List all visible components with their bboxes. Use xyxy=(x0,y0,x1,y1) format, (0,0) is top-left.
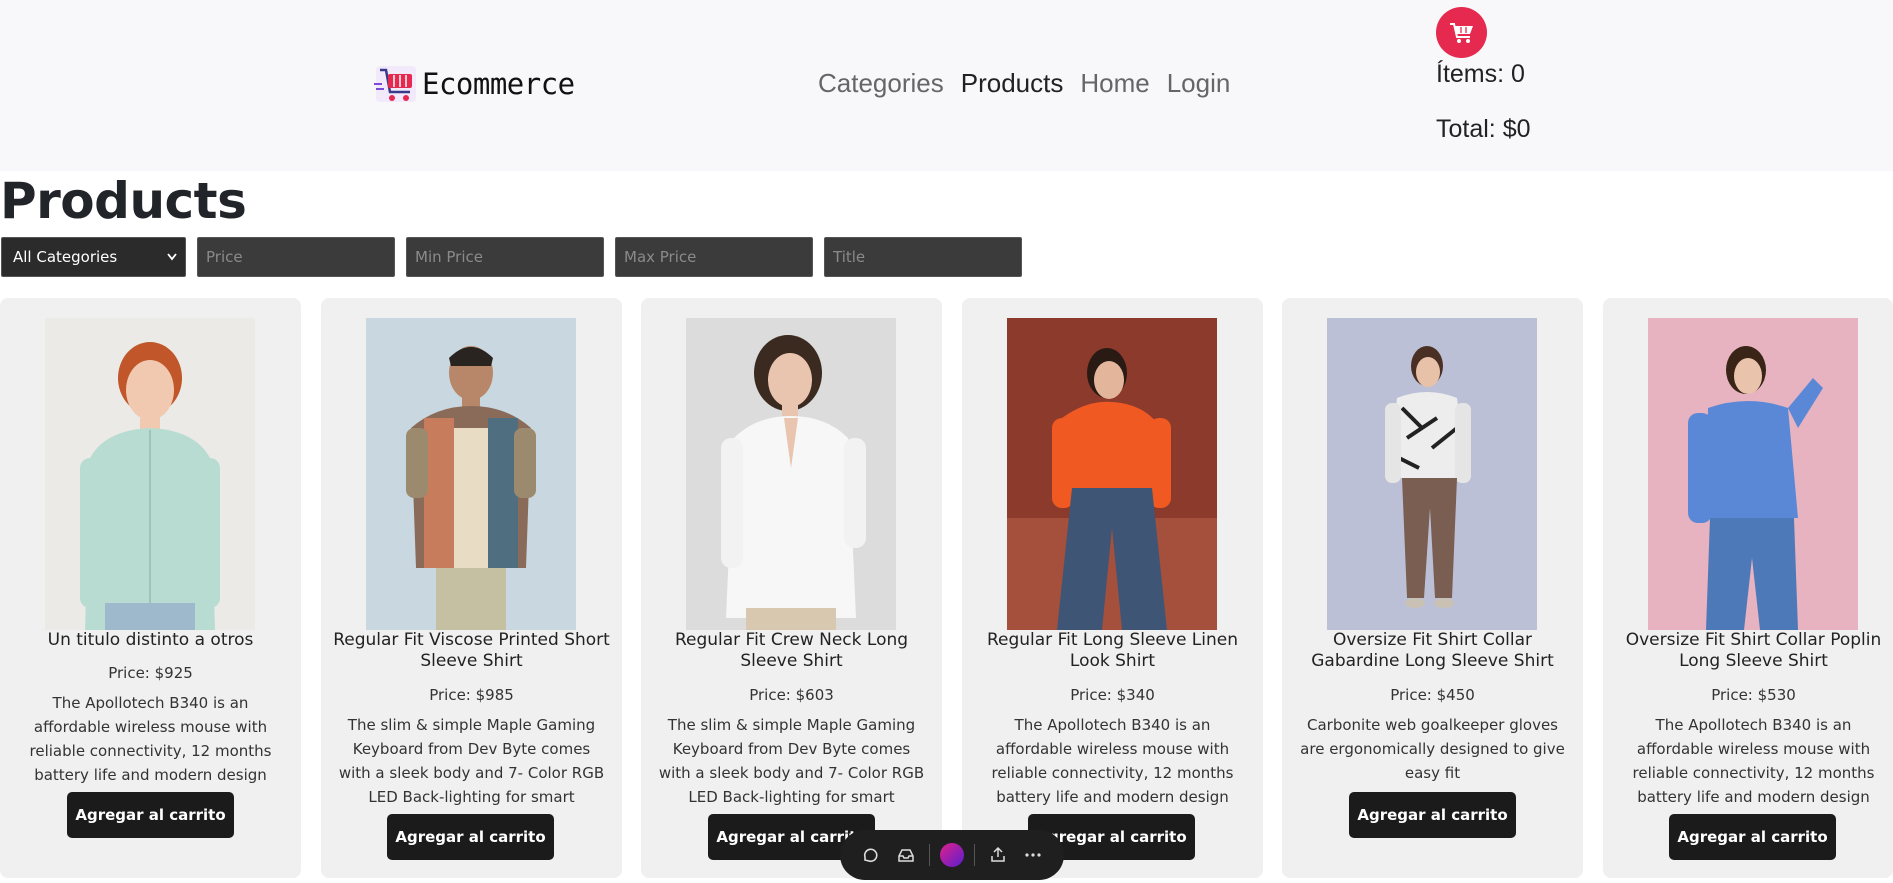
product-title: Un titulo distinto a otros xyxy=(47,630,254,650)
cart-icon xyxy=(1449,22,1473,43)
product-description: Carbonite web goalkeeper gloves are ergo… xyxy=(1300,716,1565,782)
more-icon[interactable] xyxy=(1020,842,1046,868)
product-price: Price: $340 xyxy=(1070,686,1155,704)
nav-link-categories[interactable]: Categories xyxy=(818,68,944,99)
price-input[interactable] xyxy=(197,237,395,277)
product-price: Price: $530 xyxy=(1711,686,1796,704)
product-title: Regular Fit Crew Neck Long Sleeve Shirt xyxy=(674,630,909,671)
chevron-down-icon xyxy=(167,253,177,261)
navbar: Ecommerce Categories Products Home Login… xyxy=(0,0,1893,171)
add-to-cart-button[interactable]: Agregar al carrito xyxy=(1669,814,1836,860)
product-title: Oversize Fit Shirt Collar Gabardine Long… xyxy=(1311,630,1554,671)
product-price: Price: $603 xyxy=(749,686,834,704)
category-select-value: All Categories xyxy=(13,248,118,266)
toolbar-divider xyxy=(928,844,930,866)
inbox-icon[interactable] xyxy=(893,842,919,868)
main-nav: Categories Products Home Login xyxy=(818,68,1230,99)
product-price: Price: $985 xyxy=(429,686,514,704)
product-card: Oversize Fit Shirt Collar Poplin Long Sl… xyxy=(1603,298,1893,878)
product-title: Regular Fit Long Sleeve Linen Look Shirt xyxy=(986,630,1239,671)
nav-link-products[interactable]: Products xyxy=(961,68,1064,99)
shopping-cart-logo-icon xyxy=(374,66,416,102)
product-price: Price: $450 xyxy=(1390,686,1475,704)
toolbar-divider xyxy=(974,844,976,866)
product-card: Regular Fit Viscose Printed Short Sleeve… xyxy=(321,298,622,878)
product-card: Regular Fit Crew Neck Long Sleeve Shirt … xyxy=(641,298,942,878)
title-input[interactable] xyxy=(824,237,1022,277)
chat-icon[interactable] xyxy=(858,842,884,868)
product-image[interactable] xyxy=(45,318,255,630)
add-to-cart-button[interactable]: Agregar al carrito xyxy=(1349,792,1516,838)
max-price-input[interactable] xyxy=(615,237,813,277)
page-title: Products xyxy=(0,172,247,230)
cart-button[interactable] xyxy=(1436,7,1487,58)
add-to-cart-button[interactable]: Agregar al carrito xyxy=(67,792,234,838)
product-description: The Apollotech B340 is an affordable wir… xyxy=(1632,716,1875,806)
nav-link-home[interactable]: Home xyxy=(1080,68,1149,99)
floating-toolbar xyxy=(840,830,1064,880)
product-image[interactable] xyxy=(686,318,896,630)
cart-items-count: Ítems: 0 xyxy=(1436,60,1525,88)
avatar[interactable] xyxy=(939,842,965,868)
product-image[interactable] xyxy=(1648,318,1858,630)
product-card: Oversize Fit Shirt Collar Gabardine Long… xyxy=(1282,298,1583,878)
product-card: Un titulo distinto a otros Price: $925 T… xyxy=(0,298,301,878)
product-title: Regular Fit Viscose Printed Short Sleeve… xyxy=(333,630,610,671)
product-description: The Apollotech B340 is an affordable wir… xyxy=(29,694,272,784)
brand[interactable]: Ecommerce xyxy=(372,60,575,108)
add-to-cart-button[interactable]: Agregar al carrito xyxy=(387,814,554,860)
min-price-input[interactable] xyxy=(406,237,604,277)
product-description: The Apollotech B340 is an affordable wir… xyxy=(991,716,1234,806)
cart-total: Total: $0 xyxy=(1436,115,1531,143)
product-image[interactable] xyxy=(366,318,576,630)
product-image[interactable] xyxy=(1007,318,1217,630)
brand-name: Ecommerce xyxy=(422,67,575,101)
share-icon[interactable] xyxy=(985,842,1011,868)
nav-link-login[interactable]: Login xyxy=(1167,68,1231,99)
category-select[interactable]: All Categories xyxy=(1,237,186,277)
product-image[interactable] xyxy=(1327,318,1537,630)
product-title: Oversize Fit Shirt Collar Poplin Long Sl… xyxy=(1625,630,1882,671)
product-card: Regular Fit Long Sleeve Linen Look Shirt… xyxy=(962,298,1263,878)
product-price: Price: $925 xyxy=(108,664,193,682)
